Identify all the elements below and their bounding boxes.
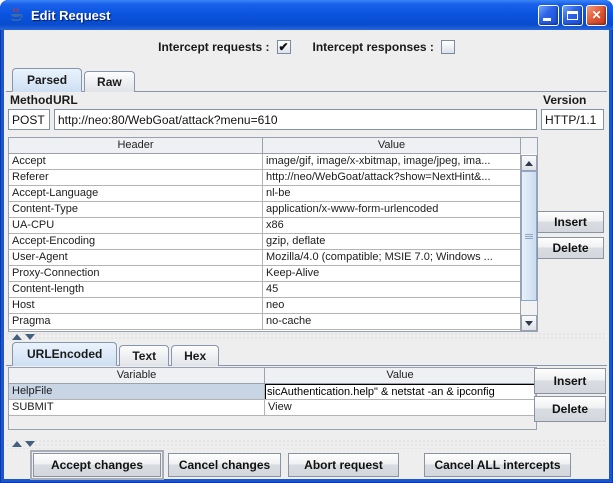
method-input[interactable]: [8, 109, 50, 130]
collapse-down-button[interactable]: [25, 441, 34, 448]
intercept-responses-checkbox[interactable]: [441, 40, 455, 54]
params-table-header: Variable Value: [9, 368, 536, 384]
value-column-header[interactable]: Value: [263, 138, 521, 154]
table-row[interactable]: Refererhttp://neo/WebGoat/attack?show=Ne…: [9, 170, 537, 186]
header-column-header[interactable]: Header: [9, 138, 263, 154]
url-label: URL: [53, 93, 78, 107]
table-row-helpfile[interactable]: HelpFile: [9, 384, 536, 400]
table-row[interactable]: User-AgentMozilla/4.0 (compatible; MSIE …: [9, 250, 537, 266]
version-label: Version: [543, 93, 586, 107]
tab-hex[interactable]: Hex: [171, 345, 219, 366]
minimize-button[interactable]: [538, 5, 559, 26]
window-title: Edit Request: [31, 8, 535, 23]
version-input[interactable]: [541, 109, 604, 130]
cancel-all-intercepts-button[interactable]: Cancel ALL intercepts: [424, 453, 571, 477]
collapse-up-button[interactable]: [12, 441, 21, 448]
java-cup-icon: [8, 7, 25, 24]
collapse-down-button[interactable]: [25, 333, 34, 340]
intercept-options-row: Intercept requests : ✔ Intercept respons…: [4, 37, 609, 57]
edit-request-window: Edit Request ✕ Intercept requests : ✔ In…: [0, 0, 613, 483]
checkmark-icon: ✔: [278, 41, 288, 53]
collapse-down-icon: [25, 441, 35, 447]
tab-parsed[interactable]: Parsed: [12, 68, 82, 92]
collapse-up-button[interactable]: [12, 333, 21, 340]
tab-raw[interactable]: Raw: [84, 71, 135, 92]
headers-delete-button[interactable]: Delete: [537, 237, 604, 259]
variable-column-header[interactable]: Variable: [9, 368, 265, 384]
headers-scrollbar[interactable]: [520, 155, 537, 331]
method-label: Method: [10, 93, 53, 107]
split-divider-lower[interactable]: [6, 439, 607, 449]
maximize-icon: [567, 11, 578, 20]
value-column-header[interactable]: Value: [265, 368, 536, 384]
scroll-up-button[interactable]: [521, 155, 537, 171]
collapse-up-icon: [12, 441, 22, 447]
request-view-tabs: Parsed Raw: [6, 68, 607, 92]
table-row[interactable]: Proxy-ConnectionKeep-Alive: [9, 266, 537, 282]
params-delete-button[interactable]: Delete: [534, 396, 606, 422]
intercept-responses-label: Intercept responses :: [313, 40, 434, 54]
scrollbar-thumb[interactable]: [521, 171, 537, 301]
collapse-up-icon: [12, 334, 22, 340]
table-row[interactable]: UA-CPUx86: [9, 218, 537, 234]
headers-table: Header Value Acceptimage/gif, image/x-xb…: [8, 137, 538, 332]
table-row[interactable]: Accept-Encodinggzip, deflate: [9, 234, 537, 250]
url-input[interactable]: [54, 109, 537, 130]
collapse-down-icon: [25, 334, 35, 340]
intercept-responses-group: Intercept responses :: [313, 40, 455, 54]
params-insert-button[interactable]: Insert: [534, 368, 606, 394]
tab-urlencoded[interactable]: URLEncoded: [12, 342, 117, 366]
accept-changes-button[interactable]: Accept changes: [33, 453, 161, 477]
table-row[interactable]: Pragmano-cache: [9, 314, 537, 330]
scroll-down-button[interactable]: [521, 315, 537, 331]
split-divider-upper[interactable]: [6, 332, 607, 341]
abort-request-button[interactable]: Abort request: [288, 453, 399, 477]
table-row[interactable]: Accept-Languagenl-be: [9, 186, 537, 202]
params-table: Variable Value HelpFile SUBMIT View: [8, 367, 537, 430]
minimize-icon: [543, 18, 551, 21]
scroll-down-icon: [525, 321, 533, 326]
intercept-requests-label: Intercept requests :: [158, 40, 269, 54]
table-row[interactable]: Acceptimage/gif, image/x-xbitmap, image/…: [9, 154, 537, 170]
intercept-requests-group: Intercept requests : ✔: [158, 40, 290, 54]
cancel-changes-button[interactable]: Cancel changes: [168, 453, 281, 477]
maximize-button[interactable]: [562, 5, 583, 26]
table-row[interactable]: Content-length45: [9, 282, 537, 298]
headers-insert-button[interactable]: Insert: [537, 211, 604, 233]
close-icon: ✕: [591, 8, 601, 22]
table-row[interactable]: Hostneo: [9, 298, 537, 314]
value-cell-editor[interactable]: [265, 384, 536, 400]
headers-table-header: Header Value: [9, 138, 537, 154]
intercept-requests-checkbox[interactable]: ✔: [277, 40, 291, 54]
scrollbar-grip-icon: [525, 234, 533, 239]
content-view-tabs: URLEncoded Text Hex: [6, 342, 607, 366]
close-button[interactable]: ✕: [586, 5, 607, 26]
scroll-up-icon: [525, 161, 533, 166]
table-row[interactable]: Content-Typeapplication/x-www-form-urlen…: [9, 202, 537, 218]
table-row-submit[interactable]: SUBMIT View: [9, 400, 536, 416]
tab-text[interactable]: Text: [119, 345, 169, 366]
title-bar[interactable]: Edit Request ✕: [0, 0, 613, 30]
dialog-content: Intercept requests : ✔ Intercept respons…: [4, 30, 609, 479]
